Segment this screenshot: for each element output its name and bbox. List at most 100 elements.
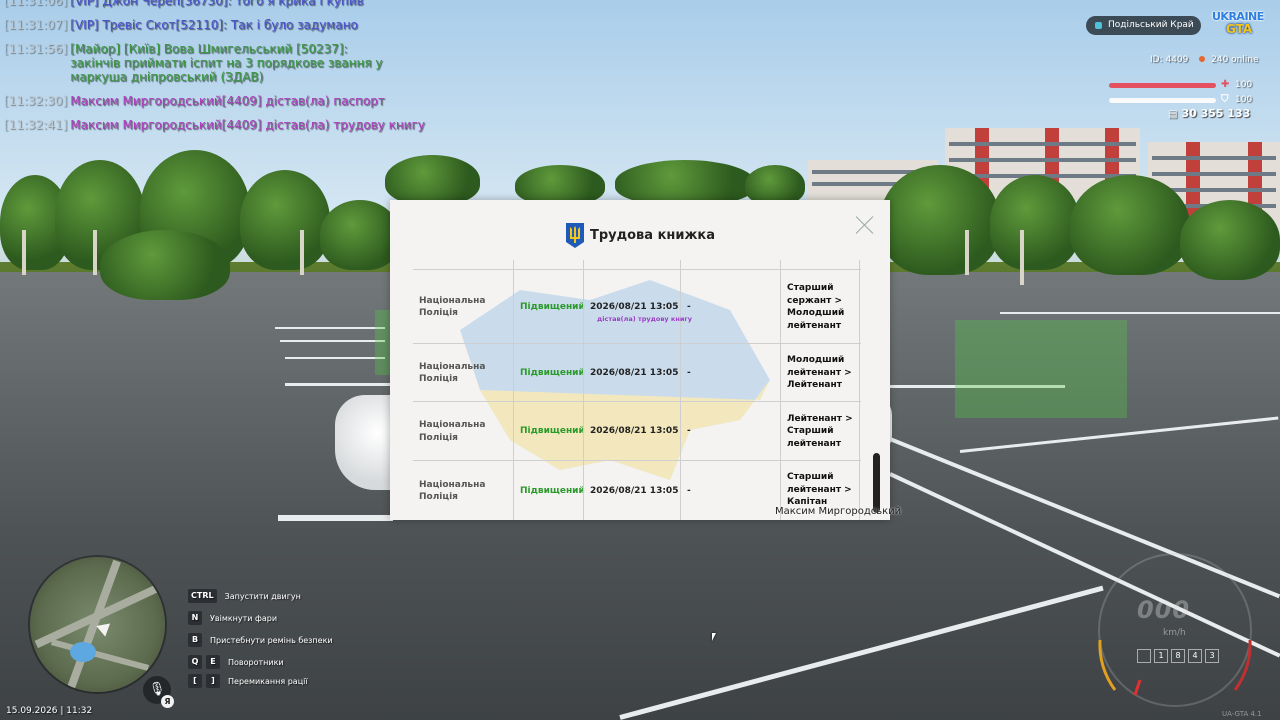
- rank-cell: Молодший лейтенант > Лейтенант: [780, 344, 860, 402]
- player-info: ID: 4409 240 online: [1150, 55, 1265, 65]
- chat-time: [11:32:30]: [4, 94, 68, 108]
- language-indicator: Я: [161, 695, 174, 708]
- parking-line: [285, 357, 385, 359]
- parking-line: [1000, 312, 1280, 314]
- armor-bar: [1109, 98, 1216, 103]
- chat-message: [11:31:06] [VIP] Джон Череп[36730]: того…: [4, 0, 444, 8]
- chat-message: [11:32:30] Максим Миргородський[4409] ді…: [4, 94, 444, 108]
- speed-unit: km/h: [1163, 628, 1186, 638]
- trident-icon: [565, 223, 584, 248]
- close-icon[interactable]: [855, 215, 875, 235]
- health-value: 100: [1235, 80, 1253, 90]
- money-display: ▤ 30 355 133: [1168, 107, 1250, 120]
- chat-message: [11:31:07] [VIP] Тревіс Скот[52110]: Так…: [4, 18, 444, 32]
- action-cell: Підвищений: [513, 270, 585, 344]
- tree: [385, 155, 480, 205]
- key-hint: N Увімкнути фари: [188, 611, 277, 625]
- chat-time: [11:31:07]: [4, 18, 68, 32]
- modal-title-text: Трудова книжка: [589, 228, 716, 243]
- tree: [745, 165, 805, 205]
- work-book-modal: Трудова книжка Національна Поліція Підви…: [390, 200, 890, 520]
- note-cell: -: [680, 402, 780, 461]
- logo-text: GTA: [1226, 22, 1253, 36]
- note-cell: -: [680, 461, 780, 520]
- key-badge: CTRL: [188, 589, 217, 603]
- action-cell: Підвищений: [513, 344, 585, 402]
- chat-time: [11:31:56]: [4, 42, 68, 56]
- key-badge: N: [188, 611, 202, 625]
- chat-message: [11:32:41] Максим Миргородський[4409] ді…: [4, 118, 444, 132]
- tree: [990, 175, 1080, 270]
- key-badge: Q: [188, 655, 202, 669]
- chat-log: [11:31:06] [VIP] Джон Череп[36730]: того…: [4, 0, 444, 142]
- table-row: Національна Поліція Підвищений 2026/08/2…: [413, 269, 861, 344]
- chat-text: Максим Миргородський[4409] дістав(ла) тр…: [70, 118, 425, 132]
- action-cell: Підвищений: [513, 402, 585, 461]
- table-row: Національна Поліція Підвищений 2026/08/2…: [413, 401, 861, 461]
- online-icon: [1199, 56, 1206, 62]
- rank-cell: Старший сержант > Молодший лейтенант: [780, 270, 860, 344]
- date-cell: 2026/08/21 13:05: [583, 270, 680, 344]
- tree: [240, 170, 330, 270]
- minimap: [30, 557, 165, 692]
- key-hint: B Пристебнути ремінь безпеки: [188, 633, 333, 647]
- date-cell: 2026/08/21 13:05: [583, 344, 680, 402]
- modal-title: Трудова книжка: [390, 222, 890, 249]
- chat-time: [11:32:41]: [4, 118, 68, 132]
- gear-cell: 4: [1188, 649, 1202, 663]
- plus-icon: ✚: [1221, 79, 1230, 90]
- chat-text: [Майор] [Київ] Вова Шмигельський [50237]…: [70, 42, 383, 84]
- key-badge: ]: [206, 674, 220, 688]
- tree: [1180, 200, 1280, 280]
- tree: [515, 165, 605, 205]
- armor-value: 100: [1235, 95, 1253, 105]
- money-value: 30 355 133: [1181, 107, 1251, 120]
- org-cell: Національна Поліція: [419, 479, 486, 503]
- key-hint: Q E Поворотники: [188, 655, 284, 669]
- speed-value: 000: [1137, 596, 1191, 624]
- hint-label: Пристебнути ремінь безпеки: [210, 635, 333, 645]
- table-row: Національна Поліція Підвищений 2026/08/2…: [413, 343, 861, 402]
- book-owner-name: Максим Миргородський: [775, 506, 902, 517]
- rank-cell: Лейтенант > Старший лейтенант: [780, 402, 860, 461]
- mouse-cursor-icon: [712, 633, 716, 641]
- key-badge: B: [188, 633, 202, 647]
- action-notice: дістав(ла) трудову книгу: [597, 315, 693, 323]
- org-cell: Національна Поліція: [419, 295, 486, 319]
- org-cell: Національна Поліція: [419, 420, 486, 443]
- gear-cell: 1: [1154, 649, 1168, 663]
- key-badge: [: [188, 674, 202, 688]
- player-id: ID: 4409: [1150, 55, 1189, 65]
- money-icon: ▤: [1168, 109, 1178, 120]
- tree: [1070, 175, 1190, 275]
- note-cell: -: [680, 344, 780, 402]
- scrollbar-thumb[interactable]: [873, 453, 880, 513]
- parking-line: [280, 340, 385, 342]
- shield-icon: ⛉: [1221, 94, 1229, 105]
- chat-message: [11:31:56] [Майор] [Київ] Вова Шмигельсь…: [4, 42, 444, 84]
- chat-text: [VIP] Тревіс Скот[52110]: Так і було зад…: [70, 18, 358, 32]
- tree: [615, 160, 755, 205]
- server-logo: UKRAINE GTA: [1212, 10, 1268, 40]
- org-cell: Національна Поліція: [419, 361, 486, 385]
- hint-label: Перемикання рації: [228, 676, 308, 686]
- date-cell: 2026/08/21 13:05: [583, 402, 680, 461]
- tree: [880, 165, 1000, 275]
- chat-time: [11:31:06]: [4, 0, 68, 8]
- green-marker-zone: [375, 310, 390, 375]
- hint-label: Увімкнути фари: [210, 613, 278, 623]
- work-history-table: Національна Поліція Підвищений 2026/08/2…: [413, 260, 861, 520]
- gear-cell: 8: [1171, 649, 1185, 663]
- region-name: Подільський Край: [1108, 20, 1194, 30]
- date-time: 15.09.2026 | 11:32: [6, 706, 93, 716]
- tree: [320, 200, 400, 270]
- key-hint: CTRL Запустити двигун: [188, 589, 301, 603]
- parking-line: [278, 515, 393, 521]
- date-cell: 2026/08/21 13:05: [583, 461, 680, 520]
- gear-cell: 3: [1205, 649, 1219, 663]
- green-marker-zone: [955, 320, 1127, 418]
- chat-text: [VIP] Джон Череп[36730]: того я крика і …: [70, 0, 364, 8]
- online-count: 240 online: [1211, 55, 1259, 65]
- gear-cell: [1137, 649, 1151, 663]
- tree: [100, 230, 230, 300]
